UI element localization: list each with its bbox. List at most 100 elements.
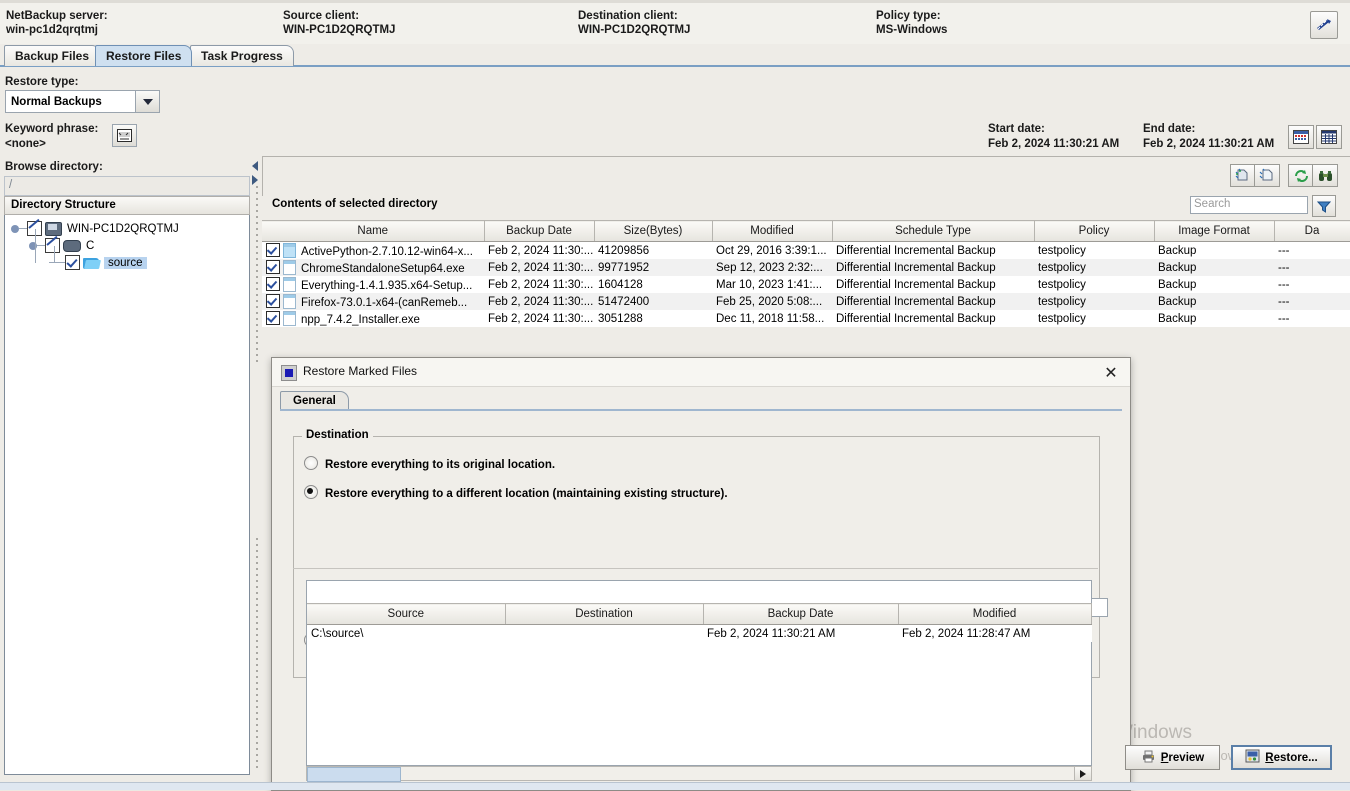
chevron-down-icon[interactable] (135, 91, 159, 112)
row-checkbox[interactable] (266, 277, 280, 291)
cell-backup-date: Feb 2, 2024 11:30:21 AM (707, 627, 836, 640)
radio-different-location[interactable]: Restore everything to a different locati… (304, 485, 728, 500)
cell-destination[interactable] (505, 625, 703, 643)
cell-da: --- (1278, 312, 1290, 325)
col-schedule-type[interactable]: Schedule Type (832, 220, 1035, 242)
radio-button[interactable] (304, 456, 318, 470)
search-placeholder-text: Search (1194, 198, 1231, 210)
policy-type-value: MS-Windows (876, 24, 948, 36)
cell-policy: testpolicy (1038, 312, 1086, 325)
table-row[interactable]: C:\source\ Feb 2, 2024 11:30:21 AM Feb 2… (307, 625, 1091, 643)
cell-da: --- (1274, 259, 1350, 276)
cell-name[interactable]: npp_7.4.2_Installer.exe (262, 310, 484, 327)
table-row[interactable]: ActivePython-2.7.10.12-win64-x... Feb 2,… (262, 242, 1350, 260)
scrollbar-thumb[interactable] (307, 767, 401, 782)
tab-restore-files[interactable]: Restore Files (95, 45, 193, 66)
col-da[interactable]: Da (1274, 220, 1350, 242)
cell-name[interactable]: ActivePython-2.7.10.12-win64-x... (262, 242, 484, 260)
restore-type-select[interactable]: Normal Backups (5, 90, 160, 113)
table-row[interactable]: ChromeStandaloneSetup64.exe Feb 2, 2024 … (262, 259, 1350, 276)
folder-icon (83, 257, 101, 269)
row-checkbox[interactable] (266, 294, 280, 308)
tree-node-source[interactable]: source (49, 254, 147, 271)
date-grid-icon[interactable] (1316, 125, 1342, 149)
horizontal-scrollbar[interactable] (306, 766, 1092, 782)
table-row[interactable]: Firefox-73.0.1-x64-(canRemeb... Feb 2, 2… (262, 293, 1350, 310)
radio-original-location[interactable]: Restore everything to its original locat… (304, 456, 555, 471)
expand-handle-icon[interactable] (11, 224, 19, 233)
contents-toolbar (262, 156, 1350, 196)
radio-button-selected[interactable] (304, 485, 318, 499)
cell-name[interactable]: Everything-1.4.1.935.x64-Setup... (262, 276, 484, 293)
start-date-label: Start date: (988, 123, 1045, 135)
browse-directory-input[interactable]: / (4, 176, 250, 196)
tree-checkbox-checked[interactable] (65, 255, 80, 270)
close-icon[interactable]: ✕ (1101, 363, 1121, 383)
divider (293, 568, 1098, 569)
table-row[interactable]: Everything-1.4.1.935.x64-Setup... Feb 2,… (262, 276, 1350, 293)
col-source[interactable]: Source (307, 603, 506, 625)
tree-node-computer[interactable]: WIN-PC1D2QRQTMJ (11, 220, 179, 237)
row-checkbox[interactable] (266, 243, 280, 257)
restore-marked-files-dialog: Restore Marked Files ✕ General Destinati… (271, 357, 1131, 791)
binoculars-icon[interactable] (1312, 164, 1338, 187)
cell-backup-date: Feb 2, 2024 11:30:... (484, 259, 594, 276)
restore-window-icon[interactable] (1310, 11, 1338, 39)
directory-tree[interactable]: WIN-PC1D2QRQTMJ C source (4, 215, 250, 775)
cell-name[interactable]: ChromeStandaloneSetup64.exe (262, 259, 484, 276)
search-input[interactable]: Search (1190, 196, 1308, 214)
row-checkbox[interactable] (266, 311, 280, 325)
computer-icon (45, 221, 62, 236)
radio-label: Restore everything to its original locat… (325, 459, 556, 471)
destination-client-label: Destination client: (578, 10, 678, 22)
cell-modified: Dec 11, 2018 11:58... (716, 312, 825, 325)
restore-icon (1245, 749, 1260, 766)
col-backup-date[interactable]: Backup Date (703, 603, 899, 625)
cell-name[interactable]: Firefox-73.0.1-x64-(canRemeb... (262, 293, 484, 310)
col-backup-date[interactable]: Backup Date (484, 220, 595, 242)
col-size[interactable]: Size(Bytes) (594, 220, 713, 242)
cell-policy: testpolicy (1038, 244, 1086, 257)
cell-schedule: Differential Incremental Backup (836, 244, 996, 257)
splitter-collapse-left-icon[interactable] (252, 160, 261, 171)
cell-modified: Oct 29, 2016 3:39:1... (716, 244, 827, 257)
filter-funnel-icon[interactable] (1312, 195, 1336, 217)
col-modified[interactable]: Modified (712, 220, 833, 242)
col-destination[interactable]: Destination (505, 603, 704, 625)
dialog-tab-general[interactable]: General (280, 391, 349, 410)
browse-directory-label: Browse directory: (5, 161, 103, 173)
cell-modified: Feb 2, 2024 11:28:47 AM (902, 627, 1031, 640)
source-client-value: WIN-PC1D2QRQTMJ (283, 24, 396, 36)
panel-splitter[interactable] (253, 158, 261, 778)
cell-source: C:\source\ (311, 627, 364, 640)
keyword-picker-icon[interactable] (112, 124, 137, 147)
cell-format: Backup (1158, 244, 1197, 257)
select-all-icon[interactable] (1230, 164, 1256, 187)
tab-backup-files[interactable]: Backup Files (4, 45, 101, 66)
scroll-right-icon[interactable] (1074, 767, 1091, 780)
row-checkbox[interactable] (266, 260, 280, 274)
col-policy[interactable]: Policy (1034, 220, 1155, 242)
deselect-all-icon[interactable] (1254, 164, 1280, 187)
cell-modified: Feb 25, 2020 5:08:... (712, 293, 832, 310)
preview-button[interactable]: Preview (1125, 745, 1220, 770)
splitter-collapse-right-icon[interactable] (252, 174, 261, 185)
col-image-format[interactable]: Image Format (1154, 220, 1275, 242)
tree-node-drive-c[interactable]: C (29, 237, 94, 254)
source-client-label: Source client: (283, 10, 360, 22)
tree-node-label: WIN-PC1D2QRQTMJ (67, 222, 179, 235)
restore-button[interactable]: Restore... (1231, 745, 1332, 770)
dialog-tabbar: General (280, 391, 1122, 410)
tree-checkbox-partial[interactable] (45, 238, 60, 253)
cell-da: --- (1274, 293, 1350, 310)
server-value: win-pc1d2qrqtmj (6, 24, 99, 36)
contents-table[interactable]: Name Backup Date Size(Bytes) Modified Sc… (262, 220, 1350, 327)
restore-mapping-table[interactable]: Source Destination Backup Date Modified … (307, 603, 1092, 642)
refresh-icon[interactable] (1288, 164, 1314, 187)
header-info-bar: NetBackup server: win-pc1d2qrqtmj Source… (0, 0, 1350, 45)
table-row[interactable]: npp_7.4.2_Installer.exe Feb 2, 2024 11:3… (262, 310, 1350, 327)
calendar-icon[interactable] (1288, 125, 1314, 149)
tab-task-progress[interactable]: Task Progress (190, 45, 294, 66)
col-name[interactable]: Name (262, 220, 485, 242)
col-modified[interactable]: Modified (898, 603, 1092, 625)
